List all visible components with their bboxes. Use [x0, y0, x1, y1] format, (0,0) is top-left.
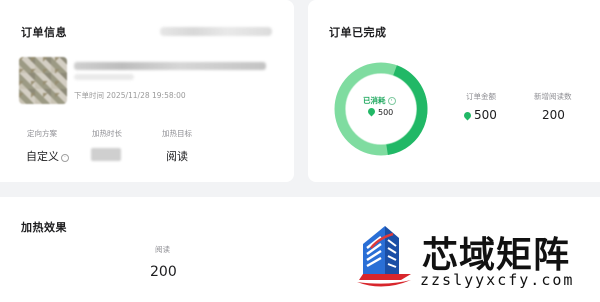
new-reads-label: 新增阅读数	[534, 92, 572, 101]
content-thumbnail[interactable]	[19, 57, 67, 104]
order-info-card: 订单信息 下单时间 2025/11/28 19:58:00 定向方案 加热时长 …	[0, 0, 294, 182]
content-description-blurred	[74, 62, 266, 70]
goal-label: 加热目标	[162, 129, 192, 138]
consumed-label: 已消耗 ·	[363, 95, 396, 106]
order-info-title: 订单信息	[21, 26, 67, 39]
goal-value: 阅读	[166, 150, 188, 163]
order-number-blurred	[160, 27, 272, 36]
consumed-value: 500	[366, 106, 394, 117]
targeting-label: 定向方案	[27, 129, 57, 138]
order-complete-title: 订单已完成	[329, 26, 387, 39]
new-reads-value: 200	[542, 108, 565, 122]
order-time: 下单时间 2025/11/28 19:58:00	[74, 91, 186, 100]
info-circle-icon[interactable]: ·	[387, 97, 396, 105]
order-amount-label: 订单金额	[466, 92, 496, 101]
consumed-value-text: 500	[378, 108, 394, 117]
content-description-blurred-2	[74, 74, 134, 80]
info-circle-icon[interactable]: ·	[61, 154, 69, 162]
coin-icon	[462, 110, 473, 121]
watermark-url: zzslyyxcfy.com	[420, 271, 575, 289]
duration-label: 加热时长	[92, 129, 122, 138]
targeting-value-text: 自定义	[26, 150, 59, 163]
consumed-label-text: 已消耗	[363, 96, 386, 105]
reads-value: 200	[150, 264, 177, 280]
heat-effect-title: 加热效果	[21, 221, 67, 234]
reads-label: 阅读	[155, 245, 170, 254]
targeting-value: 自定义 ·	[26, 148, 69, 164]
coin-icon	[366, 106, 377, 117]
duration-value-blurred	[91, 148, 121, 161]
building-logo-icon	[357, 226, 411, 287]
order-amount-value: 500	[462, 108, 497, 122]
order-amount-text: 500	[474, 108, 497, 122]
order-complete-card: 订单已完成 已消耗 · 500 订单金额 新增阅读数 500 200	[308, 0, 600, 182]
site-watermark: 芯域矩阵 zzslyyxcfy.com	[345, 212, 580, 298]
